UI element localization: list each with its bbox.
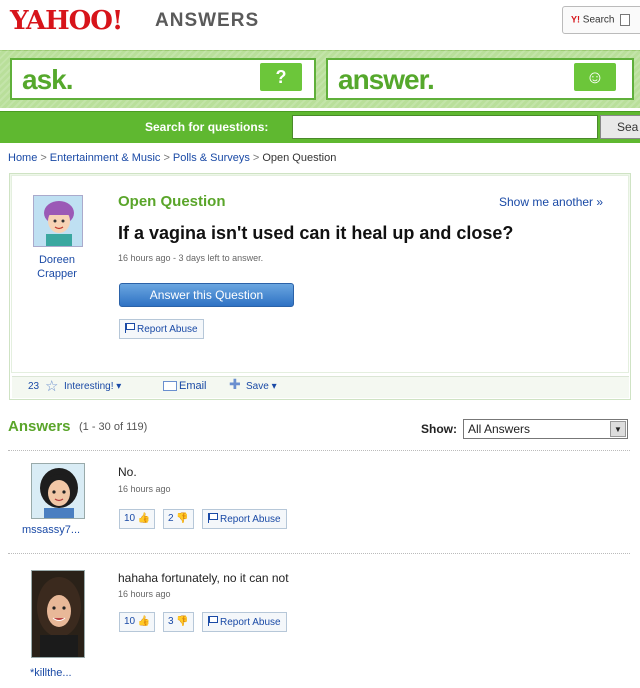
show-filter-value: All Answers — [468, 422, 531, 436]
breadcrumb-home[interactable]: Home — [8, 152, 37, 164]
email-button[interactable]: Email — [179, 380, 207, 392]
flag-icon — [125, 323, 135, 333]
search-label: Search for questions: — [145, 120, 269, 134]
checkbox-icon[interactable] — [620, 14, 631, 26]
report-abuse-label: Report Abuse — [137, 324, 198, 335]
report-abuse-button[interactable]: Report Abuse — [202, 509, 287, 529]
breadcrumb-polls[interactable]: Polls & Surveys — [173, 152, 250, 164]
email-icon[interactable] — [163, 381, 177, 391]
top-search-button[interactable]: Y! Search — [562, 6, 640, 34]
question-icon: ? — [260, 63, 302, 91]
dropdown-arrow-icon[interactable]: ▼ — [610, 421, 626, 437]
search-button[interactable]: Sea — [600, 115, 640, 139]
breadcrumb: Home > Entertainment & Music > Polls & Surve… — [8, 152, 336, 164]
answerer-avatar[interactable] — [31, 463, 85, 519]
thumbs-down-icon: 👎 — [176, 513, 189, 524]
answer-button[interactable]: answer. ☺ — [326, 58, 634, 100]
report-abuse-label: Report Abuse — [220, 617, 281, 628]
divider — [8, 553, 630, 554]
answer-meta: 16 hours ago — [118, 589, 171, 599]
thumbs-up-count: 10 — [124, 616, 136, 627]
breadcrumb-entertainment[interactable]: Entertainment & Music — [50, 152, 161, 164]
question-title: If a vagina isn't used can it heal up an… — [118, 223, 514, 243]
answerer-avatar[interactable] — [31, 570, 85, 658]
answerer-name[interactable]: *killthe... — [30, 667, 72, 679]
report-abuse-label: Report Abuse — [220, 514, 281, 525]
breadcrumb-separator: > — [252, 152, 260, 164]
show-filter-select[interactable]: All Answers ▼ — [463, 419, 628, 439]
report-abuse-button[interactable]: Report Abuse — [119, 319, 204, 339]
asker-avatar[interactable] — [33, 195, 83, 247]
show-another-link[interactable]: Show me another » — [499, 195, 603, 209]
flag-icon — [208, 616, 218, 626]
answer-label: answer. — [338, 64, 435, 95]
smiley-icon: ☺ — [574, 63, 616, 91]
answers-title: Answers — [8, 418, 71, 435]
ask-label: ask. — [22, 64, 73, 95]
thumbs-up-icon: 👍 — [137, 616, 151, 627]
interesting-button[interactable]: Interesting! ▾ — [64, 381, 121, 392]
breadcrumb-separator: > — [163, 152, 170, 164]
answerer-name[interactable]: mssassy7... — [22, 524, 80, 536]
asker-name[interactable]: Doreen Crapper — [22, 253, 92, 281]
thumbs-up-button[interactable]: 10 👍 — [119, 509, 156, 529]
thumbs-down-button[interactable]: 2 👎 — [163, 509, 194, 529]
question-meta: 16 hours ago - 3 days left to answer. — [118, 253, 264, 263]
thumbs-down-icon: 👎 — [176, 616, 189, 627]
save-icon[interactable]: ✚ — [229, 376, 241, 393]
answers-logo-text: ANSWERS — [155, 10, 260, 31]
thumbs-down-count: 2 — [168, 513, 174, 524]
breadcrumb-separator: > — [40, 152, 47, 164]
divider — [8, 450, 630, 451]
top-search-label: Search — [582, 14, 615, 26]
answer-text: No. — [118, 465, 137, 479]
search-input[interactable] — [292, 115, 598, 139]
ask-button[interactable]: ask. ? — [10, 58, 316, 100]
report-abuse-button[interactable]: Report Abuse — [202, 612, 287, 632]
thumbs-up-count: 10 — [124, 513, 136, 524]
save-button[interactable]: Save ▾ — [246, 381, 277, 392]
answer-text: hahaha fortunately, no it can not — [118, 571, 289, 585]
yahoo-logo[interactable]: YAHOO! — [10, 6, 123, 36]
yahoo-icon: Y! — [571, 14, 580, 25]
star-icon[interactable]: ☆ — [45, 377, 58, 395]
thumbs-down-count: 3 — [168, 616, 174, 627]
flag-icon — [208, 513, 218, 523]
answer-meta: 16 hours ago — [118, 484, 171, 494]
answers-range: (1 - 30 of 119) — [79, 421, 148, 433]
thumbs-up-button[interactable]: 10 👍 — [119, 612, 156, 632]
breadcrumb-current: Open Question — [262, 152, 337, 164]
thumbs-up-icon: 👍 — [137, 513, 151, 524]
interesting-count: 23 — [28, 381, 40, 392]
answer-question-button[interactable]: Answer this Question — [119, 283, 294, 307]
question-status: Open Question — [118, 193, 226, 210]
show-filter-label: Show: — [421, 422, 457, 436]
thumbs-down-button[interactable]: 3 👎 — [163, 612, 194, 632]
